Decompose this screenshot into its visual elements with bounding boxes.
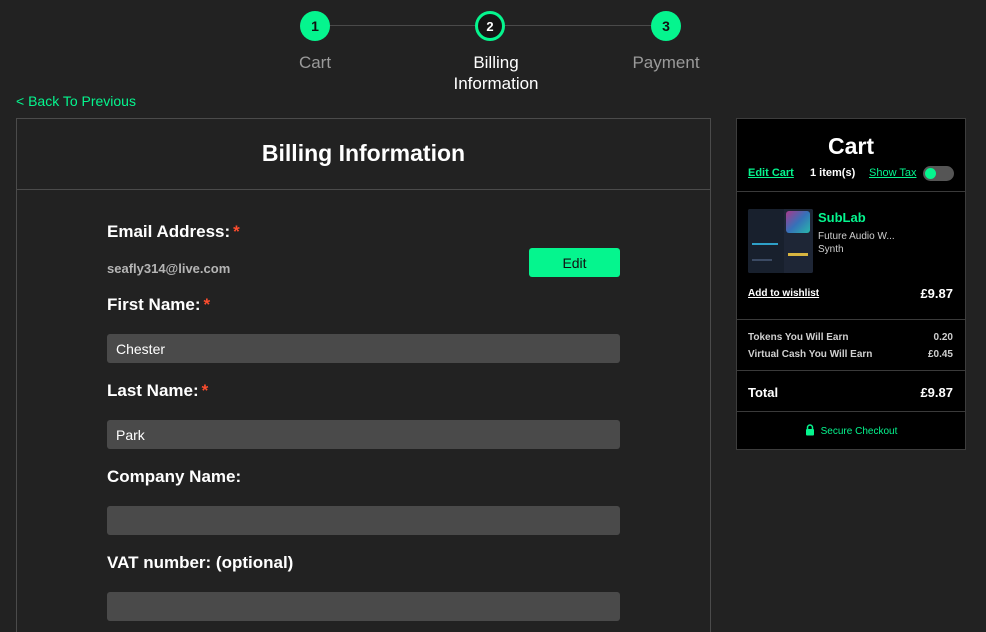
product-price: £9.87 <box>920 286 953 301</box>
edit-cart-link[interactable]: Edit Cart <box>748 167 794 179</box>
cart-divider <box>737 191 965 192</box>
required-marker: * <box>233 222 240 241</box>
step-3-label: Payment <box>632 53 700 72</box>
last-name-input[interactable]: Park <box>107 420 620 449</box>
tokens-earn-value: 0.20 <box>933 332 953 343</box>
billing-title: Billing Information <box>261 139 466 166</box>
virtual-cash-label: Virtual Cash You Will Earn <box>748 349 873 360</box>
show-tax-toggle[interactable] <box>923 166 954 181</box>
secure-checkout-label: Secure Checkout <box>820 426 898 437</box>
product-thumbnail[interactable] <box>748 209 813 273</box>
first-name-label: First Name: * <box>107 295 210 315</box>
billing-header: Billing Information <box>17 119 710 190</box>
secure-checkout: Secure Checkout <box>737 424 965 439</box>
cart-panel: Cart Edit Cart 1 item(s) Show Tax SubLab… <box>736 118 966 450</box>
back-to-previous-link[interactable]: < Back To Previous <box>16 93 136 109</box>
company-name-input[interactable] <box>107 506 620 535</box>
email-label-text: Email Address: <box>107 222 231 241</box>
add-to-wishlist-link[interactable]: Add to wishlist <box>748 288 819 299</box>
first-name-label-text: First Name: <box>107 295 201 314</box>
vat-number-label: VAT number: (optional) <box>107 553 294 572</box>
tokens-earn-label: Tokens You Will Earn <box>748 332 849 343</box>
step-2-label-line1: Billing <box>473 53 519 72</box>
show-tax-link[interactable]: Show Tax <box>869 167 917 179</box>
lock-icon <box>805 424 815 439</box>
product-description: Future Audio W... Synth <box>818 230 895 256</box>
email-value: seafly314@live.com <box>107 261 231 276</box>
product-subtitle: Future Audio W... <box>818 231 895 242</box>
step-2-label-line2: Information <box>453 74 539 93</box>
thumbnail-panel-left <box>748 209 784 273</box>
step-connector-2-3 <box>504 25 652 26</box>
billing-panel: Billing Information Email Address: * seaf… <box>16 118 711 632</box>
total-value: £9.87 <box>920 385 953 400</box>
step-1-label: Cart <box>298 53 332 72</box>
cart-divider <box>737 370 965 371</box>
required-marker: * <box>203 295 211 314</box>
step-3-circle: 3 <box>651 11 681 41</box>
last-name-label: Last Name: * <box>107 381 208 401</box>
required-marker: * <box>201 381 209 400</box>
thumbnail-bar <box>752 259 772 261</box>
step-1-circle: 1 <box>300 11 330 41</box>
step-connector-1-2 <box>329 25 476 26</box>
cart-divider <box>737 411 965 412</box>
thumbnail-wave <box>752 243 778 245</box>
toggle-knob <box>925 168 936 179</box>
cart-title: Cart <box>827 133 874 159</box>
product-category: Synth <box>818 244 844 255</box>
first-name-input[interactable]: Chester <box>107 334 620 363</box>
cart-items-count: 1 item(s) <box>810 167 856 179</box>
step-2-label: Billing Information <box>430 52 562 94</box>
cart-divider <box>737 319 965 320</box>
email-label: Email Address: * <box>107 222 240 242</box>
edit-email-button[interactable]: Edit <box>529 248 620 277</box>
thumbnail-slider <box>788 253 808 256</box>
product-name[interactable]: SubLab <box>818 210 866 225</box>
last-name-label-text: Last Name: <box>107 381 199 400</box>
step-2-circle: 2 <box>475 11 505 41</box>
company-name-label: Company Name: <box>107 467 242 486</box>
total-label: Total <box>748 385 779 400</box>
thumbnail-artwork <box>786 211 810 233</box>
virtual-cash-value: £0.45 <box>927 349 953 360</box>
vat-number-input[interactable] <box>107 592 620 621</box>
